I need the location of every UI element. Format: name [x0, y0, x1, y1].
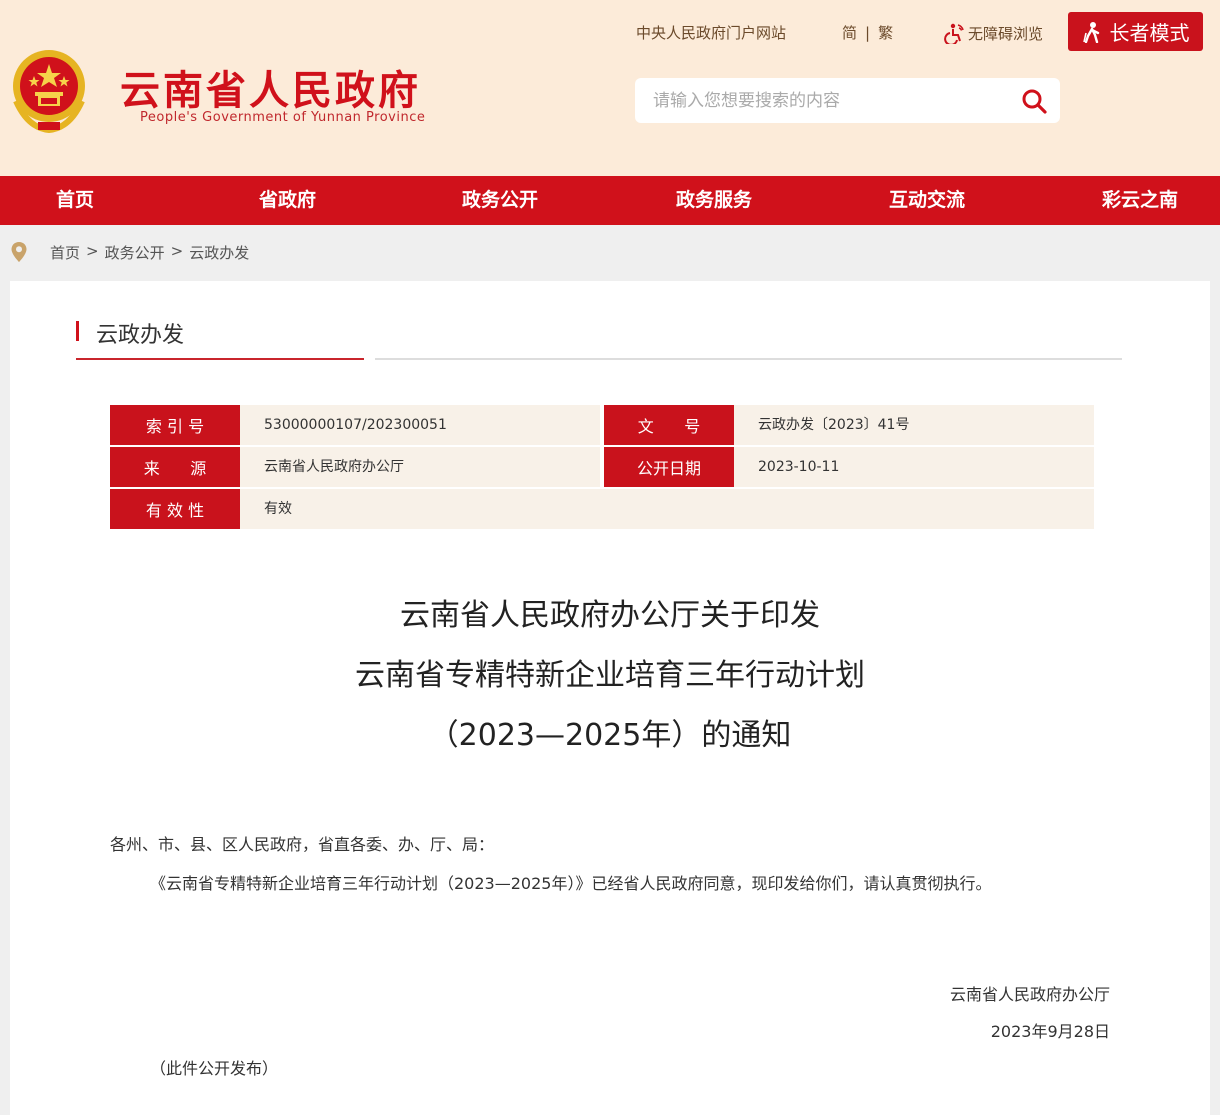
breadcrumb-separator: > [86, 242, 99, 260]
document-title: 云南省人民政府办公厅关于印发 云南省专精特新企业培育三年行动计划 （2023—2… [10, 586, 1210, 766]
nav-item-gov-services[interactable]: 政务服务 [676, 176, 752, 225]
section-title: 云政办发 [96, 323, 185, 348]
site-header: 云南省人民政府 People's Government of Yunnan Pr… [0, 0, 1220, 176]
nav-item-interaction[interactable]: 互动交流 [889, 176, 965, 225]
section-rule [375, 358, 1122, 360]
meta-value-validity: 有效 [264, 501, 292, 517]
main-nav: 首页 省政府 政务公开 政务服务 互动交流 彩云之南 [0, 176, 1220, 225]
meta-label-date: 公开日期 [604, 447, 734, 487]
nav-item-home[interactable]: 首页 [56, 176, 94, 225]
signature-date: 2023年9月28日 [990, 1022, 1110, 1041]
publication-note: （此件公开发布） [150, 1059, 279, 1078]
section-accent-bar [76, 321, 79, 341]
meta-row: 索 引 号 53000000107/202300051 文 号 云政办发〔202… [110, 405, 1094, 445]
elder-person-icon [1082, 21, 1099, 43]
central-gov-portal-link[interactable]: 中央人民政府门户网站 [636, 22, 786, 43]
location-pin-icon [11, 242, 27, 262]
meta-value-index: 53000000107/202300051 [264, 417, 447, 433]
breadcrumb: 首页 > 政务公开 > 云政办发 [0, 225, 1220, 280]
breadcrumb-current[interactable]: 云政办发 [189, 242, 249, 263]
breadcrumb-gov-affairs-disclosure[interactable]: 政务公开 [105, 242, 165, 263]
search-bar [635, 78, 1060, 123]
site-subtitle: People's Government of Yunnan Province [140, 110, 426, 125]
nav-item-provincial-gov[interactable]: 省政府 [259, 176, 316, 225]
document-salutation: 各州、市、县、区人民政府，省直各委、办、厅、局： [110, 835, 495, 854]
search-icon[interactable] [1020, 87, 1048, 115]
meta-row: 有 效 性 有效 [110, 489, 1094, 529]
lang-separator: | [865, 24, 871, 42]
accessibility-label: 无障碍浏览 [968, 24, 1044, 43]
site-title[interactable]: 云南省人民政府 [120, 58, 421, 116]
meta-value-date: 2023-10-11 [758, 459, 840, 475]
document-title-line: 云南省专精特新企业培育三年行动计划 [355, 658, 865, 693]
meta-row: 来 源 云南省人民政府办公厅 公开日期 2023-10-11 [110, 447, 1094, 487]
search-input[interactable] [653, 78, 1013, 123]
meta-label-source: 来 源 [110, 447, 240, 487]
accessibility-icon [944, 23, 964, 44]
accessibility-link[interactable]: 无障碍浏览 [944, 22, 1043, 44]
meta-cell [240, 489, 1094, 529]
breadcrumb-home[interactable]: 首页 [50, 242, 80, 263]
elder-mode-label: 长者模式 [1109, 21, 1190, 45]
breadcrumb-separator: > [170, 242, 184, 260]
national-emblem-icon[interactable] [8, 46, 90, 134]
traditional-chinese-link[interactable]: 繁 [878, 24, 893, 42]
section-rule-accent [76, 358, 364, 360]
meta-label-docno: 文 号 [604, 405, 734, 445]
document-title-line: 云南省人民政府办公厅关于印发 [400, 598, 820, 633]
document-body-paragraph: 《云南省专精特新企业培育三年行动计划（2023—2025年）》已经省人民政府同意… [150, 874, 992, 893]
language-switch: 简 | 繁 [842, 22, 893, 43]
meta-value-source: 云南省人民政府办公厅 [264, 459, 404, 475]
meta-value-docno: 云政办发〔2023〕41号 [758, 417, 910, 433]
meta-label-index: 索 引 号 [110, 405, 240, 445]
elder-mode-button[interactable]: 长者模式 [1068, 12, 1203, 51]
nav-item-colorful-yunnan[interactable]: 彩云之南 [1102, 176, 1178, 225]
content-card: 云政办发 索 引 号 53000000107/202300051 文 号 云政办… [10, 281, 1210, 1115]
simplified-chinese-link[interactable]: 简 [842, 24, 857, 42]
document-title-line: （2023—2025年）的通知 [428, 718, 792, 753]
nav-item-gov-affairs-disclosure[interactable]: 政务公开 [462, 176, 538, 225]
signature-organization: 云南省人民政府办公厅 [949, 985, 1110, 1004]
meta-label-validity: 有 效 性 [110, 489, 240, 529]
